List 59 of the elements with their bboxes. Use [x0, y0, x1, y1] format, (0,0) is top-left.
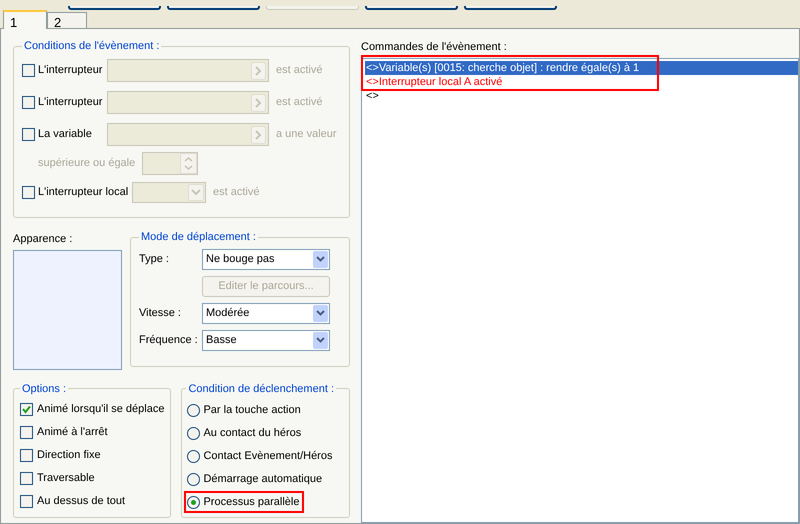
picker-field[interactable] — [107, 123, 269, 146]
checkbox-label[interactable]: L'interrupteur — [22, 94, 107, 111]
chevron-down-icon[interactable] — [313, 332, 328, 348]
button[interactable] — [68, 6, 161, 10]
chevron-down-icon[interactable] — [313, 250, 328, 268]
checkbox-label[interactable]: La variable — [22, 126, 107, 143]
radio-option[interactable]: Démarrage automatique — [186, 470, 326, 488]
radio-option[interactable]: Au contact du héros — [186, 424, 304, 442]
command-line[interactable]: <>Interrupteur local A activé — [365, 74, 798, 88]
checkbox[interactable] — [20, 426, 33, 439]
radio-button[interactable] — [187, 404, 200, 416]
radio-option[interactable]: Processus parallèle — [186, 493, 302, 511]
checkbox-label[interactable]: L'interrupteur local — [22, 184, 132, 201]
appearance-label: Apparence : — [13, 232, 74, 247]
button[interactable] — [167, 6, 260, 10]
checkbox[interactable] — [20, 403, 33, 416]
dropdown[interactable]: Ne bouge pas — [202, 248, 330, 270]
field-label: Vitesse : — [139, 306, 182, 321]
checkbox[interactable] — [22, 128, 35, 141]
group-title: Mode de déplacement : — [140, 230, 257, 245]
radio-button[interactable] — [187, 496, 200, 508]
checkbox-label[interactable]: Traversable — [20, 470, 164, 487]
suffix-label: est activé — [276, 95, 322, 110]
radio-button[interactable] — [187, 472, 200, 486]
suffix-label: a une valeur — [276, 127, 337, 142]
picker-field[interactable] — [107, 91, 269, 114]
commands-label: Commandes de l'évènement : — [361, 40, 508, 55]
suffix-label: est activé — [276, 63, 322, 78]
checkbox-label[interactable]: Au dessus de tout — [20, 493, 164, 510]
checkbox-label[interactable]: Animé lorsqu'il se déplace — [20, 401, 164, 418]
field-label: Type : — [139, 252, 170, 267]
group-title: Condition de déclenchement : — [187, 382, 335, 396]
field-label: Fréquence : — [139, 332, 199, 348]
tab[interactable]: 2 — [47, 12, 87, 28]
radio-button[interactable] — [187, 426, 200, 440]
checkbox[interactable] — [22, 96, 35, 109]
checkbox-label[interactable]: Direction fixe — [20, 447, 164, 464]
checkbox[interactable] — [20, 472, 33, 485]
button[interactable] — [365, 6, 458, 10]
chevron-down-icon[interactable] — [313, 304, 328, 322]
checkbox[interactable] — [20, 495, 33, 508]
radio-option[interactable]: Par la touche action — [186, 401, 304, 419]
dropdown[interactable]: Modérée — [202, 302, 330, 324]
suffix-label: est activé — [213, 185, 260, 200]
checkbox[interactable] — [22, 64, 35, 77]
checkbox[interactable] — [20, 449, 33, 462]
group-title: Conditions de l'évènement : — [23, 39, 160, 54]
group-title: Options : — [21, 382, 68, 396]
picker-field[interactable] — [107, 59, 269, 82]
radio-option[interactable]: Contact Evènement/Héros — [186, 447, 336, 465]
dropdown[interactable]: Basse — [202, 330, 330, 350]
tab[interactable]: 1 — [3, 10, 47, 29]
checkbox-label[interactable]: Animé à l'arrêt — [20, 424, 164, 441]
button[interactable] — [464, 6, 557, 10]
checkbox-label[interactable]: L'interrupteur — [22, 62, 107, 79]
spinner-label: supérieure ou égale — [38, 156, 136, 172]
command-line[interactable]: <> — [365, 88, 798, 102]
radio-button[interactable] — [187, 450, 200, 462]
checkbox[interactable] — [22, 186, 35, 199]
